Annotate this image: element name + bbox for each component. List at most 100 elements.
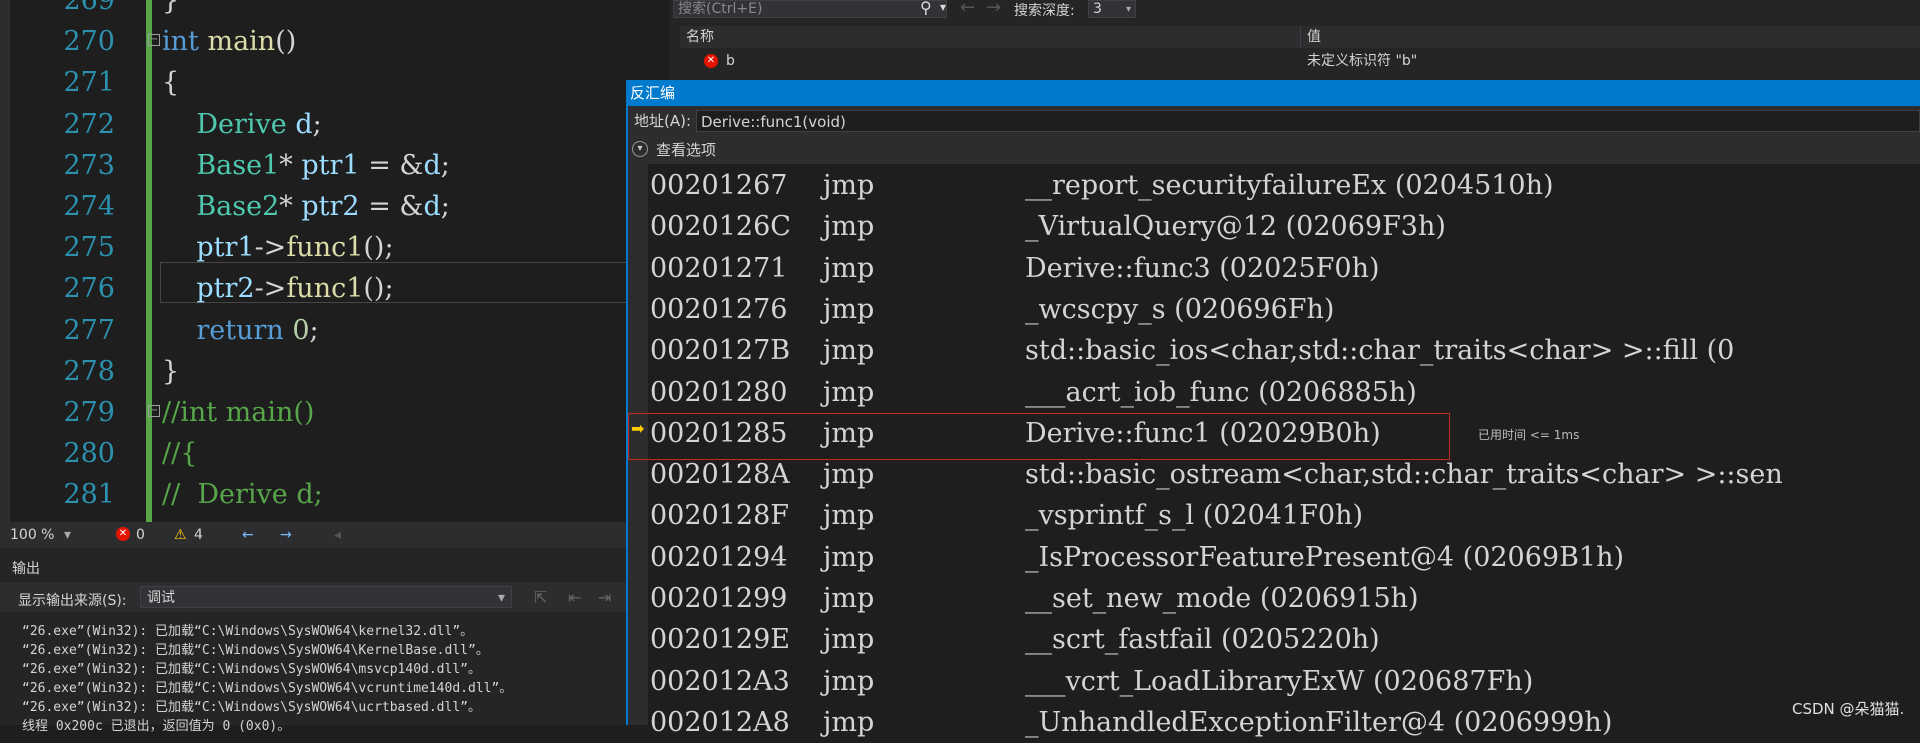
nav-back-icon[interactable]: ← xyxy=(242,522,254,548)
code-token: ptr1 xyxy=(301,149,360,181)
watermark: CSDN @朵猫猫. xyxy=(1792,700,1905,718)
error-icon[interactable]: ✕ xyxy=(116,527,130,541)
instruction-address: 0020127B xyxy=(650,335,791,367)
code-token: main xyxy=(207,26,276,58)
find-message-icon[interactable]: ⇱ xyxy=(534,588,547,607)
code-token: () xyxy=(275,26,297,58)
instruction-address: 0020128A xyxy=(650,459,790,491)
address-label: 地址(A): xyxy=(634,112,692,130)
code-text: // Derive d; xyxy=(162,474,323,515)
code-text: ptr1->func1(); xyxy=(162,227,393,268)
output-line: “26.exe”(Win32): 已加载“C:\Windows\SysWOW64… xyxy=(22,662,481,677)
code-token: } xyxy=(162,355,180,387)
chevron-down-icon: ▾ xyxy=(497,590,505,606)
code-token: d xyxy=(423,191,441,222)
output-line: “26.exe”(Win32): 已加载“C:\Windows\SysWOW64… xyxy=(22,624,474,639)
code-text: Derive d; xyxy=(162,104,321,145)
code-token: ptr1 xyxy=(196,232,255,264)
instruction-opcode: jmp xyxy=(823,706,875,738)
output-line: “26.exe”(Win32): 已加载“C:\Windows\SysWOW64… xyxy=(22,643,489,658)
watch-search-input[interactable]: 搜索(Ctrl+E) xyxy=(673,0,947,18)
instruction-target: Derive::func3 (02025F0h) xyxy=(1025,252,1380,284)
fold-toggle-icon[interactable]: − xyxy=(148,405,160,417)
search-options-icon[interactable]: ▾ xyxy=(940,0,946,14)
instruction-address: 00201280 xyxy=(650,376,788,408)
output-source-value: 调试 xyxy=(147,590,175,606)
scroll-left-icon[interactable]: ◂ xyxy=(334,522,341,548)
instruction-address: 00201299 xyxy=(650,583,788,614)
line-number: 272 xyxy=(63,108,115,140)
code-token: d xyxy=(295,108,313,140)
column-name[interactable]: 名称 xyxy=(686,26,714,48)
line-number: 269 xyxy=(63,0,115,16)
code-token: func1 xyxy=(286,232,364,264)
instruction-target: __report_securityfailureEx (0204510h) xyxy=(1025,170,1554,201)
code-token: // Derive d; xyxy=(162,479,323,511)
instruction-target: std::basic_ios<char,std::char_traits<cha… xyxy=(1025,335,1735,367)
line-number: 270 xyxy=(63,26,115,58)
watch-column-header: 名称 值 xyxy=(680,26,1920,48)
line-number: 276 xyxy=(63,273,115,305)
instruction-pointer-arrow-icon: ➡ xyxy=(631,419,645,438)
code-token: Base1 xyxy=(196,149,280,181)
warning-icon[interactable]: ⚠ xyxy=(174,522,187,548)
code-token: = & xyxy=(359,149,424,181)
prev-message-icon[interactable]: ⇤ xyxy=(568,588,581,607)
search-icon[interactable]: ⚲ xyxy=(920,0,932,17)
line-number: 280 xyxy=(63,438,115,470)
code-token: return xyxy=(196,314,284,346)
instruction-opcode: jmp xyxy=(823,170,875,201)
nav-forward-icon[interactable]: → xyxy=(280,522,292,548)
instruction-target: __set_new_mode (0206915h) xyxy=(1025,583,1419,614)
instruction-address: 00201294 xyxy=(650,541,788,573)
instruction-opcode: jmp xyxy=(823,665,875,697)
instruction-opcode: jmp xyxy=(823,376,875,408)
output-line: “26.exe”(Win32): 已加载“C:\Windows\SysWOW64… xyxy=(22,681,513,696)
disassembly-title-bar[interactable]: 反汇编 xyxy=(626,80,1920,106)
instruction-address: 0020126C xyxy=(650,211,791,243)
code-token: ; xyxy=(440,149,450,181)
instruction-address: 002012A8 xyxy=(650,706,790,738)
instruction-opcode: jmp xyxy=(823,624,875,656)
search-depth-select[interactable]: 3 ▾ xyxy=(1088,0,1136,18)
fold-toggle-icon[interactable]: − xyxy=(148,34,160,47)
instruction-target: _IsProcessorFeaturePresent@4 (02069B1h) xyxy=(1025,541,1625,573)
instruction-opcode: jmp xyxy=(823,293,875,325)
code-token: = & xyxy=(359,191,424,222)
column-value[interactable]: 值 xyxy=(1300,26,1321,48)
code-token: int xyxy=(162,26,199,58)
watch-row[interactable]: ✕ b 未定义标识符 "b" xyxy=(680,50,1920,72)
warning-count[interactable]: 4 xyxy=(194,522,203,548)
next-message-icon[interactable]: ⇥ xyxy=(598,588,611,607)
instruction-address: 00201285 xyxy=(650,417,788,449)
instruction-target: std::basic_ostream<char,std::char_traits… xyxy=(1025,459,1783,491)
search-depth-value: 3 xyxy=(1093,1,1102,17)
search-forward-icon[interactable]: → xyxy=(986,0,1001,18)
code-token: Base2 xyxy=(196,191,280,222)
zoom-level[interactable]: 100 % xyxy=(10,522,54,548)
error-count[interactable]: 0 xyxy=(136,522,145,548)
line-number: 274 xyxy=(63,191,115,222)
code-text: int main() xyxy=(162,21,296,62)
code-text: //{ xyxy=(162,433,197,474)
search-back-icon[interactable]: ← xyxy=(960,0,975,18)
watch-row-value: 未定义标识符 "b" xyxy=(1307,53,1418,69)
code-token: ptr2 xyxy=(196,273,255,305)
address-input[interactable]: Derive::func1(void) xyxy=(696,110,1920,132)
editor-status-bar: 100 % ▾ ✕ 0 ⚠ 4 ← → ◂ xyxy=(0,522,630,548)
line-number: 275 xyxy=(63,232,115,264)
code-text: Base1* ptr1 = &d; xyxy=(162,145,450,186)
code-token: func1 xyxy=(286,273,364,305)
view-options-toggle[interactable]: ▾ 查看选项 xyxy=(628,136,1920,164)
code-token: ptr2 xyxy=(301,191,360,222)
instruction-target: __scrt_fastfail (0205220h) xyxy=(1025,624,1380,656)
zoom-dropdown-icon[interactable]: ▾ xyxy=(64,522,71,548)
code-text: Base2* ptr2 = &d; xyxy=(162,186,450,227)
watch-row-name: b xyxy=(726,53,735,69)
instruction-opcode: jmp xyxy=(823,541,875,573)
search-depth-label: 搜索深度: xyxy=(1014,3,1075,19)
code-token: -> xyxy=(254,232,287,264)
output-source-select[interactable]: 调试 ▾ xyxy=(140,586,512,608)
